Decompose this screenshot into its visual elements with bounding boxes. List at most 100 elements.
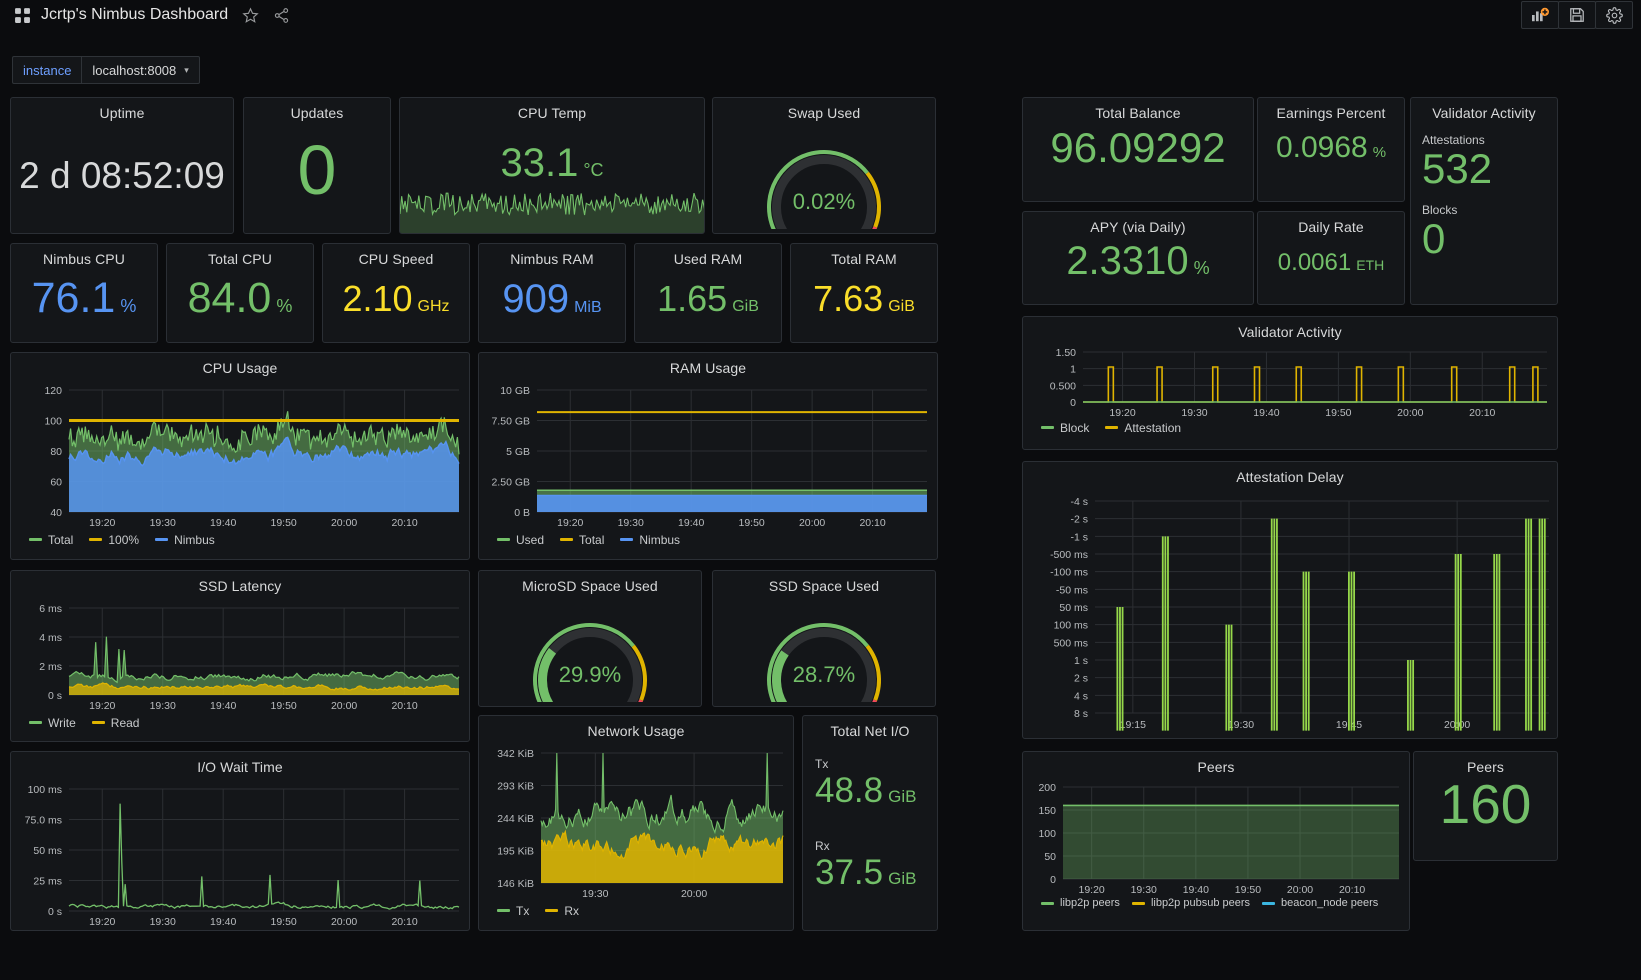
gauge-value-swap-used: 0.02% (792, 189, 856, 214)
legend-label: Used (516, 532, 545, 547)
legend-item[interactable]: Nimbus (155, 532, 215, 547)
panel-total-cpu[interactable]: Total CPU 84.0 % (166, 243, 314, 343)
panel-ssd-latency[interactable]: SSD Latency 0 s 2 ms 4 ms 6 ms 19:20 19:30 19:… (10, 570, 470, 742)
panel-apy[interactable]: APY (via Daily) 2.3310 % (1022, 211, 1254, 305)
legend-item[interactable]: Attestation (1105, 420, 1181, 435)
add-panel-button[interactable] (1521, 1, 1559, 29)
svg-text:19:50: 19:50 (1235, 884, 1261, 896)
legend-swatch (1041, 426, 1054, 430)
svg-text:19:20: 19:20 (89, 700, 115, 712)
stat-unit-nimbus-ram: MiB (574, 299, 602, 316)
chart-network-usage: 146 KiB 195 KiB 244 KiB 293 KiB 342 KiB 19:30… (497, 748, 784, 900)
legend-item[interactable]: 100% (89, 532, 139, 547)
svg-text:20:10: 20:10 (1469, 407, 1495, 419)
stat-unit-cpu-speed: GHz (417, 298, 450, 315)
gauge-value-microsd: 29.9% (558, 662, 622, 687)
svg-text:100 ms: 100 ms (1054, 620, 1088, 632)
panel-title-ram-usage: RAM Usage (669, 360, 747, 376)
stat-unit-tx: GiB (888, 787, 917, 806)
panel-validator-activity-chart[interactable]: Validator Activity 0 0.500 1 1.50 19:20 19:30… (1022, 316, 1558, 450)
panel-validator-activity-stat[interactable]: Validator Activity Attestations 532 Bloc… (1410, 97, 1558, 305)
panel-ssd-space-used[interactable]: SSD Space Used 28.7% (712, 570, 936, 707)
svg-text:10 GB: 10 GB (500, 385, 530, 397)
svg-text:244 KiB: 244 KiB (497, 813, 534, 825)
svg-text:20:00: 20:00 (331, 517, 357, 529)
svg-text:4 s: 4 s (1074, 690, 1088, 702)
legend-label: Block (1060, 420, 1090, 435)
svg-text:19:40: 19:40 (1253, 407, 1279, 419)
legend-item[interactable]: Read (91, 715, 139, 730)
svg-text:-500 ms: -500 ms (1050, 549, 1088, 561)
legend-item[interactable]: libp2p pubsub peers (1131, 897, 1250, 909)
dashboard-grid-icon[interactable] (14, 7, 31, 24)
stat-value-rx: 37.5 (815, 853, 884, 892)
panel-uptime[interactable]: Uptime 2 d 08:52:09 (10, 97, 234, 234)
stat-value-earnings-percent: 0.0968 (1275, 131, 1368, 164)
panel-cpu-temp[interactable]: CPU Temp 33.1 °C (399, 97, 705, 234)
chart-io-wait-time: 0 s 25 ms 50 ms 75.0 ms 100 ms 19:20 19:30 19:4… (25, 784, 460, 928)
legend-cpu-usage: Total 100% Nimbus (11, 532, 469, 547)
panel-cpu-usage[interactable]: CPU Usage 40 60 80 100 120 19:20 19:30 19:40 19:… (10, 352, 470, 560)
panel-microsd-space-used[interactable]: MicroSD Space Used 29.9% (478, 570, 702, 707)
panel-title-used-ram: Used RAM (673, 251, 743, 267)
panel-swap-used[interactable]: Swap Used 0.02% (712, 97, 936, 234)
panel-nimbus-cpu[interactable]: Nimbus CPU 76.1 % (10, 243, 158, 343)
panel-attestation-delay[interactable]: Attestation Delay -4 s -2 s -1 s -500 ms -10… (1022, 461, 1558, 739)
legend-item[interactable]: Nimbus (620, 532, 680, 547)
legend-ssd-latency: Write Read (11, 715, 469, 730)
legend-item[interactable]: libp2p peers (1041, 897, 1120, 909)
panel-network-usage[interactable]: Network Usage 146 KiB 195 KiB 244 KiB 293 K… (478, 715, 794, 931)
legend-item[interactable]: beacon_node peers (1262, 897, 1378, 909)
panel-used-ram[interactable]: Used RAM 1.65 GiB (634, 243, 782, 343)
legend-item[interactable]: Total (560, 532, 604, 547)
legend-item[interactable]: Write (29, 715, 76, 730)
panel-total-ram[interactable]: Total RAM 7.63 GiB (790, 243, 938, 343)
top-bar: Jcrtp's Nimbus Dashboard (0, 0, 1641, 30)
legend-item[interactable]: Rx (545, 903, 579, 918)
svg-text:19:40: 19:40 (210, 916, 236, 928)
panel-total-net-io[interactable]: Total Net I/O Tx 48.8 GiB Rx 37.5 GiB (802, 715, 938, 931)
svg-text:19:15: 19:15 (1120, 719, 1146, 731)
legend-swatch (89, 538, 103, 542)
panel-title-nimbus-ram: Nimbus RAM (510, 251, 594, 267)
legend-peers: libp2p peers libp2p pubsub peers beacon_no… (1023, 897, 1409, 909)
panel-updates[interactable]: Updates 0 (243, 97, 391, 234)
variable-value-instance: localhost:8008 (92, 62, 177, 78)
legend-item[interactable]: Used (497, 532, 544, 547)
stat-value-peers: 160 (1439, 773, 1532, 835)
panel-cpu-speed[interactable]: CPU Speed 2.10 GHz (322, 243, 470, 343)
gauge-value-ssd: 28.7% (792, 662, 856, 687)
svg-text:19:40: 19:40 (678, 517, 704, 529)
legend-item[interactable]: Total (29, 532, 73, 547)
panel-title-cpu-usage: CPU Usage (202, 360, 278, 376)
panel-io-wait-time[interactable]: I/O Wait Time 0 s 25 ms 50 ms 75.0 ms 100 ms… (10, 751, 470, 931)
svg-text:19:30: 19:30 (618, 517, 644, 529)
svg-text:-2 s: -2 s (1070, 514, 1088, 526)
panel-daily-rate[interactable]: Daily Rate 0.0061 ETH (1257, 211, 1405, 305)
stat-value-total-ram: 7.63 (813, 278, 884, 319)
svg-text:-100 ms: -100 ms (1050, 567, 1088, 579)
panel-ram-usage[interactable]: RAM Usage 0 B 2.50 GB 5 GB 7.50 GB 10 GB 19:2… (478, 352, 938, 560)
svg-text:19:20: 19:20 (89, 916, 115, 928)
panel-total-balance[interactable]: Total Balance 96.09292 (1022, 97, 1254, 202)
panel-peers-stat[interactable]: Peers 160 (1413, 751, 1558, 861)
stat-unit-cpu-temp: °C (583, 160, 604, 180)
panel-peers-chart[interactable]: Peers 0 50 100 150 200 19:20 19:30 19:40 19:50 20… (1022, 751, 1410, 931)
panel-nimbus-ram[interactable]: Nimbus RAM 909 MiB (478, 243, 626, 343)
stat-unit-earnings-percent: % (1372, 144, 1387, 161)
svg-text:75.0 ms: 75.0 ms (25, 815, 62, 827)
svg-text:19:50: 19:50 (1325, 407, 1351, 419)
variable-picker-instance[interactable]: localhost:8008 ▾ (81, 56, 200, 84)
share-icon[interactable] (273, 7, 290, 24)
legend-label: 100% (108, 532, 140, 547)
panel-earnings-percent[interactable]: Earnings Percent 0.0968 % (1257, 97, 1405, 202)
star-icon[interactable] (242, 6, 259, 24)
dashboard-settings-button[interactable] (1595, 1, 1633, 29)
panel-title-io-wait-time: I/O Wait Time (197, 759, 283, 775)
save-dashboard-button[interactable] (1558, 1, 1596, 29)
svg-text:19:40: 19:40 (210, 517, 236, 529)
legend-item[interactable]: Block (1041, 420, 1089, 435)
stat-unit-rx: GiB (888, 869, 917, 888)
chevron-down-icon: ▾ (184, 64, 189, 75)
legend-item[interactable]: Tx (497, 903, 529, 918)
